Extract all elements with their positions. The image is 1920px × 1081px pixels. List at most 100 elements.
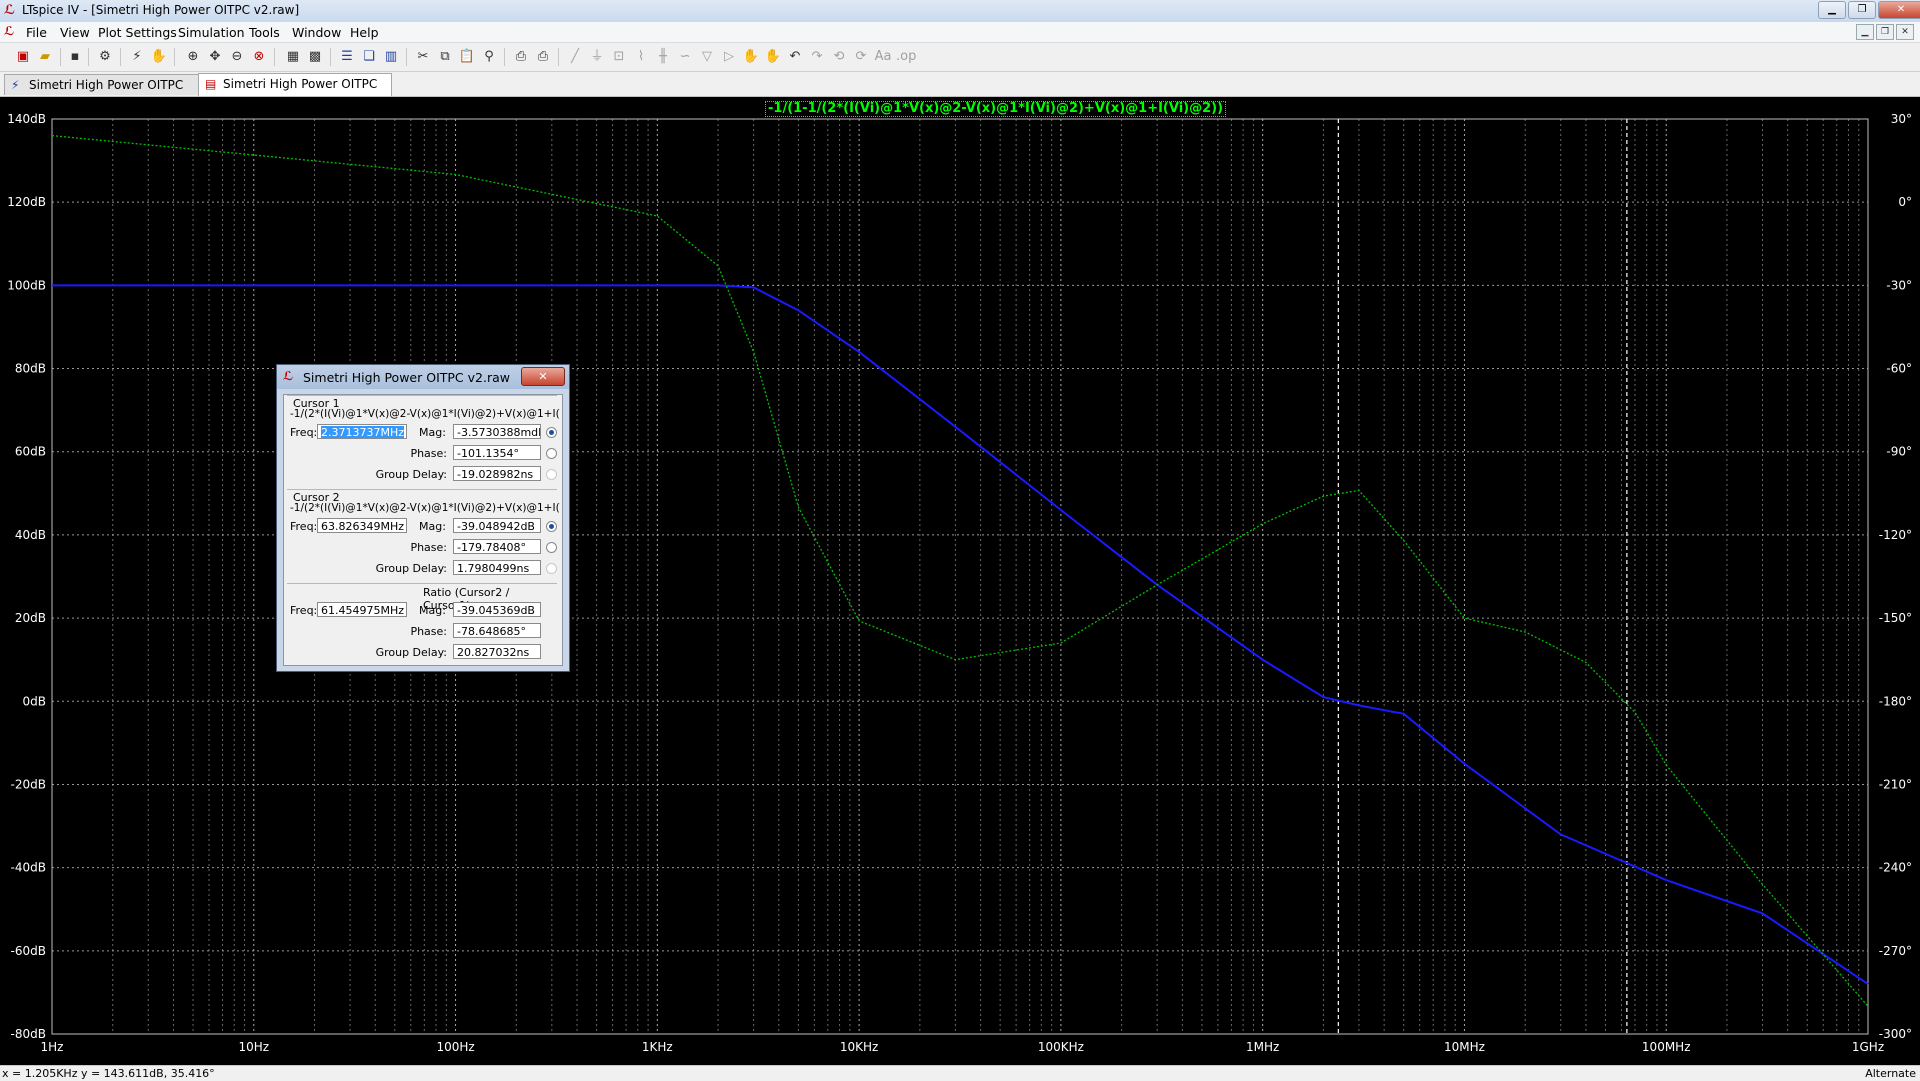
menu-file[interactable]: File	[26, 25, 47, 40]
capacitor-icon[interactable]: ╫	[654, 48, 672, 66]
delete-traces-icon[interactable]: ▩	[306, 48, 324, 66]
cursor2-group-delay-label: Group Delay:	[375, 562, 447, 575]
window-controls: ▁ ❐ ✕	[1818, 1, 1920, 19]
text-icon[interactable]: Aa	[874, 48, 892, 66]
menu-tools[interactable]: Tools	[249, 25, 280, 40]
cursor1-phase-radio[interactable]	[546, 448, 557, 459]
cursor2-phase-field[interactable]: -179.78408°	[453, 539, 541, 554]
toolbar-separator	[174, 48, 175, 66]
redo-icon[interactable]: ↷	[808, 48, 826, 66]
cursor-readout-dialog[interactable]: ℒ Simetri High Power OITPC v2.raw ✕ Curs…	[276, 364, 570, 672]
y-tick-label: 60dB	[15, 445, 46, 459]
print-preview-icon[interactable]: ⎙	[534, 48, 552, 66]
status-bar: x = 1.205KHz y = 143.611dB, 35.416° Alte…	[0, 1065, 1920, 1081]
y2-tick-label: -150°	[1879, 611, 1912, 625]
cursor1-phase-label: Phase:	[410, 447, 447, 460]
cursor1-group-delay-field[interactable]: -19.028982ns	[453, 466, 541, 481]
cursor2-freq-label: Freq:	[290, 520, 318, 533]
cursor-coordinates: x = 1.205KHz y = 143.611dB, 35.416°	[2, 1067, 215, 1080]
print-icon[interactable]: ⎙	[512, 48, 530, 66]
toolbar-separator	[274, 48, 275, 66]
menu-window[interactable]: Window	[292, 25, 341, 40]
y-tick-label: -40dB	[11, 861, 46, 875]
autorange-icon[interactable]: ▦	[284, 48, 302, 66]
doc-minimize-icon[interactable]: ▁	[1856, 24, 1874, 40]
open-folder-icon[interactable]: ▰	[36, 48, 54, 66]
copy-icon[interactable]: ⧉	[436, 48, 454, 66]
cursor1-group-delay-radio[interactable]	[546, 469, 557, 480]
drag-icon[interactable]: ✋	[764, 48, 782, 66]
cascade-icon[interactable]: ❏	[360, 48, 378, 66]
undo-icon[interactable]: ↶	[786, 48, 804, 66]
ratio-phase-label: Phase:	[410, 625, 447, 638]
move-icon[interactable]: ✋	[742, 48, 760, 66]
find-icon[interactable]: ⚲	[480, 48, 498, 66]
tile-horizontal-icon[interactable]: ☰	[338, 48, 356, 66]
y-tick-label: -60dB	[11, 944, 46, 958]
pan-icon[interactable]: ✥	[206, 48, 224, 66]
run-icon[interactable]: ⚡	[128, 48, 146, 66]
cursor2-group-delay-field[interactable]: 1.7980499ns	[453, 560, 541, 575]
resistor-icon[interactable]: ⌇	[632, 48, 650, 66]
cursor1-phase-field[interactable]: -101.1354°	[453, 445, 541, 460]
ratio-group-delay-label: Group Delay:	[375, 646, 447, 659]
y-tick-label: 20dB	[15, 611, 46, 625]
cursor2-group-delay-radio[interactable]	[546, 563, 557, 574]
cursor1-mag-field[interactable]: -3.5730388mdB	[453, 424, 541, 439]
close-icon[interactable]: ✕	[1878, 1, 1920, 19]
menu-simulation[interactable]: Simulation	[178, 25, 245, 40]
tab-schematic[interactable]: ⚡ Simetri High Power OITPC v2.asc	[4, 74, 202, 112]
mirror-icon[interactable]: ⟳	[852, 48, 870, 66]
cursor2-freq-field[interactable]: 63.826349MHz	[317, 518, 407, 533]
x-tick-label: 10Hz	[238, 1040, 269, 1054]
menu-bar: ℒ File View Plot Settings Simulation Too…	[0, 22, 1920, 43]
draw-wire-icon[interactable]: ╱	[566, 48, 584, 66]
document-icon[interactable]: ℒ	[4, 24, 14, 38]
cut-icon[interactable]: ✂	[414, 48, 432, 66]
restore-icon[interactable]: ❐	[1848, 1, 1876, 19]
menu-help[interactable]: Help	[350, 25, 379, 40]
dialog-title: Simetri High Power OITPC v2.raw	[303, 370, 510, 385]
paste-icon[interactable]: 📋	[458, 48, 476, 66]
zoom-full-icon[interactable]: ⊗	[250, 48, 268, 66]
label-net-icon[interactable]: ⊡	[610, 48, 628, 66]
inductor-icon[interactable]: ∽	[676, 48, 694, 66]
ratio-group-delay-field[interactable]: 20.827032ns	[453, 644, 541, 659]
cursor2-mag-field[interactable]: -39.048942dB	[453, 518, 541, 533]
x-tick-label: 100Hz	[436, 1040, 474, 1054]
cursor2-phase-radio[interactable]	[546, 542, 557, 553]
ratio-freq-field[interactable]: 61.454975MHz	[317, 602, 407, 617]
component-icon[interactable]: ▷	[720, 48, 738, 66]
cursor1-mag-radio[interactable]	[546, 427, 557, 438]
new-schematic-icon[interactable]: ▣	[14, 48, 32, 66]
zoom-out-icon[interactable]: ⊖	[228, 48, 246, 66]
ratio-mag-field[interactable]: -39.045369dB	[453, 602, 541, 617]
cursor1-freq-field[interactable]: 2.3713737MHz	[317, 424, 407, 439]
x-tick-label: 1Hz	[41, 1040, 64, 1054]
dialog-title-bar[interactable]: ℒ Simetri High Power OITPC v2.raw ✕	[277, 365, 569, 389]
zoom-in-icon[interactable]: ⊕	[184, 48, 202, 66]
save-icon[interactable]: ▪	[66, 48, 84, 66]
toolbar-separator	[558, 48, 559, 66]
ltspice-logo-icon: ℒ	[283, 369, 294, 383]
ground-icon[interactable]: ⏚	[588, 48, 606, 66]
doc-restore-icon[interactable]: ❐	[1876, 24, 1894, 40]
minimize-icon[interactable]: ▁	[1818, 1, 1846, 19]
menu-plot-settings[interactable]: Plot Settings	[98, 25, 177, 40]
tab-waveform[interactable]: ▤ Simetri High Power OITPC v2.raw	[198, 73, 392, 111]
tile-vertical-icon[interactable]: ▥	[382, 48, 400, 66]
ratio-phase-field[interactable]: -78.648685°	[453, 623, 541, 638]
doc-close-icon[interactable]: ✕	[1896, 24, 1914, 40]
rotate-icon[interactable]: ⟲	[830, 48, 848, 66]
control-panel-icon[interactable]: ⚙	[96, 48, 114, 66]
diode-icon[interactable]: ▽	[698, 48, 716, 66]
trace-expression-label[interactable]: -1/(1-1/(2*(I(Vi)@1*V(x)@2-V(x)@1*I(Vi)@…	[765, 101, 1227, 117]
y-tick-label: 40dB	[15, 528, 46, 542]
halt-hand-icon[interactable]: ✋	[150, 48, 168, 66]
y-tick-label: -20dB	[11, 777, 46, 791]
spice-directive-icon[interactable]: .op	[896, 48, 916, 66]
dialog-close-icon[interactable]: ✕	[521, 367, 565, 386]
x-tick-label: 1GHz	[1852, 1040, 1884, 1054]
cursor2-mag-radio[interactable]	[546, 521, 557, 532]
menu-view[interactable]: View	[60, 25, 90, 40]
